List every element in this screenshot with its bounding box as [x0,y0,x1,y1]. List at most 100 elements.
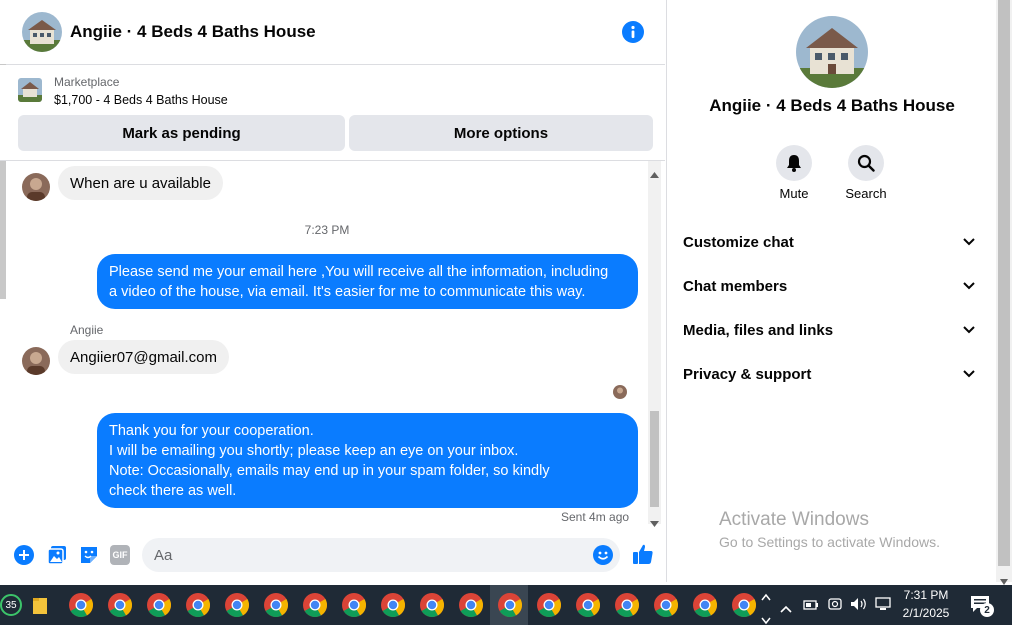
tray-clock-time[interactable]: 7:31 PM [892,588,960,602]
seen-avatar [613,385,627,399]
chrome-taskbar-icon[interactable] [652,591,680,619]
page-scroll-thumb[interactable] [998,0,1010,566]
chrome-taskbar-icon[interactable] [418,591,446,619]
chrome-taskbar-icon[interactable] [301,591,329,619]
sender-name: Angiie [70,323,104,337]
chrome-taskbar-icon[interactable] [496,591,524,619]
listing-source: Marketplace [54,75,120,89]
message-timestamp: 7:23 PM [304,223,350,237]
house-photo-icon [796,16,868,88]
customize-chat-row[interactable]: Customize chat [667,224,997,260]
chrome-taskbar-icon[interactable] [691,591,719,619]
chrome-taskbar-icon[interactable] [106,591,134,619]
photo-icon[interactable] [47,545,67,565]
sender-avatar[interactable] [22,173,50,201]
outgoing-message[interactable]: Please send me your email here ,You will… [97,254,638,309]
info-icon[interactable] [622,21,644,43]
privacy-support-row[interactable]: Privacy & support [667,356,997,392]
windows-taskbar: 35 7:31 PM 2/1/2025 2 [0,585,1012,625]
sticker-icon[interactable] [79,545,99,565]
chrome-taskbar-icon[interactable] [340,591,368,619]
header-avatar[interactable] [22,12,62,52]
chrome-taskbar-icon[interactable] [145,591,173,619]
folder-icon[interactable] [32,595,48,615]
panel-title: Angiie · 4 Beds 4 Baths House [709,96,955,115]
sent-status: Sent 4m ago [561,510,630,524]
chat-header: Angiie · 4 Beds 4 Baths House [0,0,665,65]
chevron-down-icon [963,370,975,378]
chrome-taskbar-icon[interactable] [457,591,485,619]
tray-clock-date[interactable]: 2/1/2025 [892,606,960,620]
row-label: Customize chat [683,233,794,251]
message-scrollbar[interactable] [648,161,661,527]
notification-count-badge: 2 [980,603,994,617]
chevron-down-icon [963,326,975,334]
add-icon[interactable] [14,545,34,565]
outgoing-message[interactable]: Thank you for your cooperation. I will b… [97,413,638,508]
emoji-icon[interactable] [593,545,613,565]
person-photo-icon [22,347,50,375]
tray-overflow-icon[interactable] [780,600,792,618]
activate-windows-subtitle: Go to Settings to activate Windows. [719,534,940,550]
bell-icon [787,155,801,172]
activate-windows-title: Activate Windows [719,509,869,530]
message-line: Note: Occasionally, emails may end up in… [109,463,550,479]
chevron-down-icon [963,282,975,290]
chrome-taskbar-icon[interactable] [574,591,602,619]
listing-thumbnail[interactable] [18,78,42,102]
taskbar-scroll-up-icon[interactable] [761,588,771,606]
sender-avatar[interactable] [22,347,50,375]
taskbar-scroll-down-icon[interactable] [761,612,771,630]
search-label: Search [845,186,887,201]
row-label: Media, files and links [683,321,834,339]
message-line: I will be emailing you shortly; please k… [109,443,519,459]
scroll-up-arrow-icon[interactable] [650,165,659,183]
chrome-taskbar-icon[interactable] [613,591,641,619]
message-line: a video of the house, via email. It's ea… [109,284,586,300]
more-options-button[interactable]: More options [349,115,653,151]
network-icon[interactable] [875,597,891,616]
battery-icon[interactable] [803,598,819,616]
row-label: Chat members [683,277,788,295]
marketplace-listing-card: Marketplace $1,700 - 4 Beds 4 Baths Hous… [0,65,665,161]
chevron-down-icon [963,238,975,246]
panel-avatar[interactable] [796,16,868,88]
chrome-taskbar-icon[interactable] [262,591,290,619]
page-scrollbar[interactable] [996,0,1012,585]
camera-icon[interactable] [828,597,842,616]
chrome-taskbar-icon[interactable] [67,591,95,619]
person-photo-icon [613,385,627,399]
listing-title[interactable]: $1,700 - 4 Beds 4 Baths House [54,93,228,107]
speaker-icon[interactable] [850,597,868,616]
person-photo-icon [22,173,50,201]
message-line: Thank you for your cooperation. [109,423,314,439]
chrome-taskbar-icon[interactable] [730,591,758,619]
chat-title: Angiie · 4 Beds 4 Baths House [70,22,316,41]
mute-label: Mute [779,186,809,201]
chat-members-row[interactable]: Chat members [667,268,997,304]
house-photo-icon [18,78,42,102]
message-scroll-thumb[interactable] [650,411,659,507]
chrome-taskbar-icon[interactable] [535,591,563,619]
gif-icon[interactable]: GIF [110,545,130,565]
message-composer: GIF [0,530,665,582]
message-line: check there as well. [109,483,237,499]
incoming-message[interactable]: Angiier07@gmail.com [58,340,229,374]
message-list: When are u available 7:23 PM Please send… [8,161,646,524]
message-line: Please send me your email here ,You will… [109,264,609,280]
mute-button[interactable] [776,145,812,181]
thumbs-up-icon[interactable] [632,543,654,565]
message-input[interactable] [142,538,620,572]
house-photo-icon [22,12,62,52]
incoming-message[interactable]: When are u available [58,166,223,200]
chrome-taskbar-icon[interactable] [184,591,212,619]
media-files-links-row[interactable]: Media, files and links [667,312,997,348]
conversation-info-panel: Angiie · 4 Beds 4 Baths House Mute Searc… [666,0,997,582]
row-label: Privacy & support [683,365,812,383]
search-icon [857,154,875,172]
chrome-taskbar-icon[interactable] [379,591,407,619]
badge-counter[interactable]: 35 [0,594,22,616]
search-button[interactable] [848,145,884,181]
mark-as-pending-button[interactable]: Mark as pending [18,115,345,151]
chrome-taskbar-icon[interactable] [223,591,251,619]
